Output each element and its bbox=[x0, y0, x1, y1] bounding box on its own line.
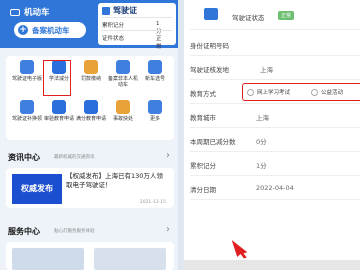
id-number-row: 身份证明号码 bbox=[190, 32, 360, 56]
service-full-score[interactable]: 满分教育申请 bbox=[76, 100, 106, 136]
service-label: 驾驶证电子版 bbox=[12, 76, 43, 82]
news-date: 2021-12-15 bbox=[139, 200, 166, 205]
chevron-right-icon[interactable]: › bbox=[166, 150, 170, 161]
row-value: 1分 bbox=[256, 162, 267, 170]
score-icon bbox=[84, 100, 98, 114]
license-card-title: 驾驶证 bbox=[102, 5, 137, 16]
news-headline: 【权威发布】上海已有130万人领取电子驾驶证！ bbox=[66, 172, 163, 189]
row-label: 清分日期 bbox=[190, 186, 216, 194]
row-value: 2022-04-04 bbox=[256, 184, 294, 192]
bottom-bar[interactable] bbox=[184, 260, 360, 270]
row-value: 0分 bbox=[256, 138, 267, 146]
row-value: 1分 bbox=[156, 21, 162, 35]
news-card[interactable]: 权威发布 【权威发布】上海已有130万人领取电子驾驶证！ 2021-12-15 bbox=[6, 168, 174, 208]
radio-label: 网上学习考试 bbox=[257, 90, 291, 96]
vehicle-tab[interactable]: 机动车 bbox=[10, 6, 50, 18]
row-label: 本周期已减分数 bbox=[190, 138, 236, 146]
row-value: 上海 bbox=[256, 114, 269, 122]
service-label: 满分教育申请 bbox=[76, 116, 107, 122]
service-label: 事故快处 bbox=[112, 116, 133, 122]
row-label: 驾驶证核发地 bbox=[190, 66, 229, 74]
divider bbox=[102, 17, 172, 18]
service-car-file[interactable]: 备案非本人机动车 bbox=[108, 60, 138, 96]
service-accident[interactable]: 事故快处 bbox=[108, 100, 138, 136]
news-thumbnail: 权威发布 bbox=[12, 174, 62, 204]
license-icon bbox=[204, 8, 218, 20]
license-icon bbox=[102, 6, 110, 15]
row-label: 教育方式 bbox=[190, 90, 216, 98]
service-plate[interactable]: 新车选号 bbox=[140, 60, 170, 96]
radio-circle bbox=[247, 88, 254, 96]
education-method-row: 教育方式 网上学习考试 公益活动 bbox=[190, 80, 360, 104]
news-section-header: 资讯中心 最新权威的交通资讯 › bbox=[6, 150, 174, 166]
status-label: 驾驶证状态 bbox=[232, 14, 265, 22]
service-license-e[interactable]: 驾驶证电子版 bbox=[12, 60, 42, 96]
chevron-right-icon[interactable]: › bbox=[166, 224, 170, 235]
car-file-icon bbox=[116, 60, 130, 74]
status-row: 驾驶证状态 正常 bbox=[190, 0, 360, 30]
status-badge: 正常 bbox=[278, 11, 295, 20]
deducted-points-row: 本周期已减分数 0分 bbox=[190, 128, 360, 152]
fine-icon bbox=[84, 60, 98, 74]
service-label: 驾驶证补换领 bbox=[12, 116, 43, 122]
vehicle-tab-label: 机动车 bbox=[24, 8, 50, 18]
service-more[interactable]: 更多 bbox=[140, 100, 170, 136]
service-center-header: 服务中心 贴心灯服务服务体验 › bbox=[6, 224, 174, 240]
service-image bbox=[94, 248, 166, 270]
plate-icon bbox=[148, 60, 162, 74]
car-icon bbox=[10, 8, 20, 16]
row-label: 教育城市 bbox=[190, 114, 216, 122]
service-label: 审验教育申请 bbox=[44, 116, 75, 122]
row-value: 正常 bbox=[156, 36, 162, 50]
service-label: 备案非本人机动车 bbox=[108, 76, 139, 88]
service-label: 更多 bbox=[149, 116, 160, 122]
education-city-row: 教育城市 上海 bbox=[190, 104, 360, 128]
license-row-points: 累积记分 1分 bbox=[102, 21, 162, 35]
license-row-status: 证件状态 正常 bbox=[102, 34, 162, 50]
service-edu[interactable]: 审验教育申请 bbox=[44, 100, 74, 136]
red-arrow-icon bbox=[232, 239, 248, 259]
service-image bbox=[12, 248, 84, 270]
accident-icon bbox=[116, 100, 130, 114]
highlight-box-study bbox=[43, 60, 71, 96]
renew-icon bbox=[20, 100, 34, 114]
radio-circle bbox=[311, 88, 318, 96]
service-label: 罚款缴纳 bbox=[80, 76, 101, 82]
mobile-home-screen: 机动车 + 备案机动车 驾驶证 累积记分 1分 证件状态 正常 驾驶证电子版 学… bbox=[0, 0, 178, 270]
license-title-text: 驾驶证 bbox=[113, 6, 137, 15]
radio-label: 公益活动 bbox=[321, 90, 344, 96]
service-grid: 驾驶证电子版 学法减分 罚款缴纳 备案非本人机动车 新车选号 驾驶证补换领 审验… bbox=[6, 56, 174, 140]
license-icon bbox=[20, 60, 34, 74]
divider bbox=[102, 30, 172, 31]
license-card[interactable]: 驾驶证 累积记分 1分 证件状态 正常 bbox=[98, 3, 176, 50]
education-radio-group: 网上学习考试 公益活动 bbox=[242, 83, 360, 101]
accumulated-points-row: 累积记分 1分 bbox=[190, 152, 360, 176]
news-subtitle: 最新权威的交通资讯 bbox=[54, 155, 95, 160]
more-icon bbox=[148, 100, 162, 114]
row-label: 证件状态 bbox=[102, 36, 125, 42]
radio-online-exam[interactable]: 网上学习考试 bbox=[247, 88, 290, 96]
issuing-place-row: 驾驶证核发地 上海 bbox=[190, 56, 360, 80]
service-center-title: 服务中心 bbox=[8, 227, 40, 236]
service-center-subtitle: 贴心灯服务服务体验 bbox=[54, 229, 95, 234]
service-label: 新车选号 bbox=[144, 76, 165, 82]
clear-date-row: 清分日期 2022-04-04 bbox=[190, 176, 360, 200]
add-vehicle-button[interactable]: + 备案机动车 bbox=[14, 22, 86, 38]
license-detail-panel: 驾驶证状态 正常 身份证明号码 驾驶证核发地 上海 教育方式 网上学习考试 公益… bbox=[184, 0, 360, 270]
service-center-card[interactable] bbox=[6, 242, 174, 270]
edu-icon bbox=[52, 100, 66, 114]
radio-public-service[interactable]: 公益活动 bbox=[311, 88, 343, 96]
add-vehicle-label: 备案机动车 bbox=[32, 25, 70, 35]
service-renew[interactable]: 驾驶证补换领 bbox=[12, 100, 42, 136]
plus-icon: + bbox=[18, 25, 28, 35]
row-value: 上海 bbox=[260, 66, 273, 74]
news-title: 资讯中心 bbox=[8, 153, 40, 162]
service-fine[interactable]: 罚款缴纳 bbox=[76, 60, 106, 96]
row-label: 累积记分 bbox=[102, 23, 125, 29]
row-label: 累积记分 bbox=[190, 162, 216, 170]
row-label: 身份证明号码 bbox=[190, 42, 229, 50]
